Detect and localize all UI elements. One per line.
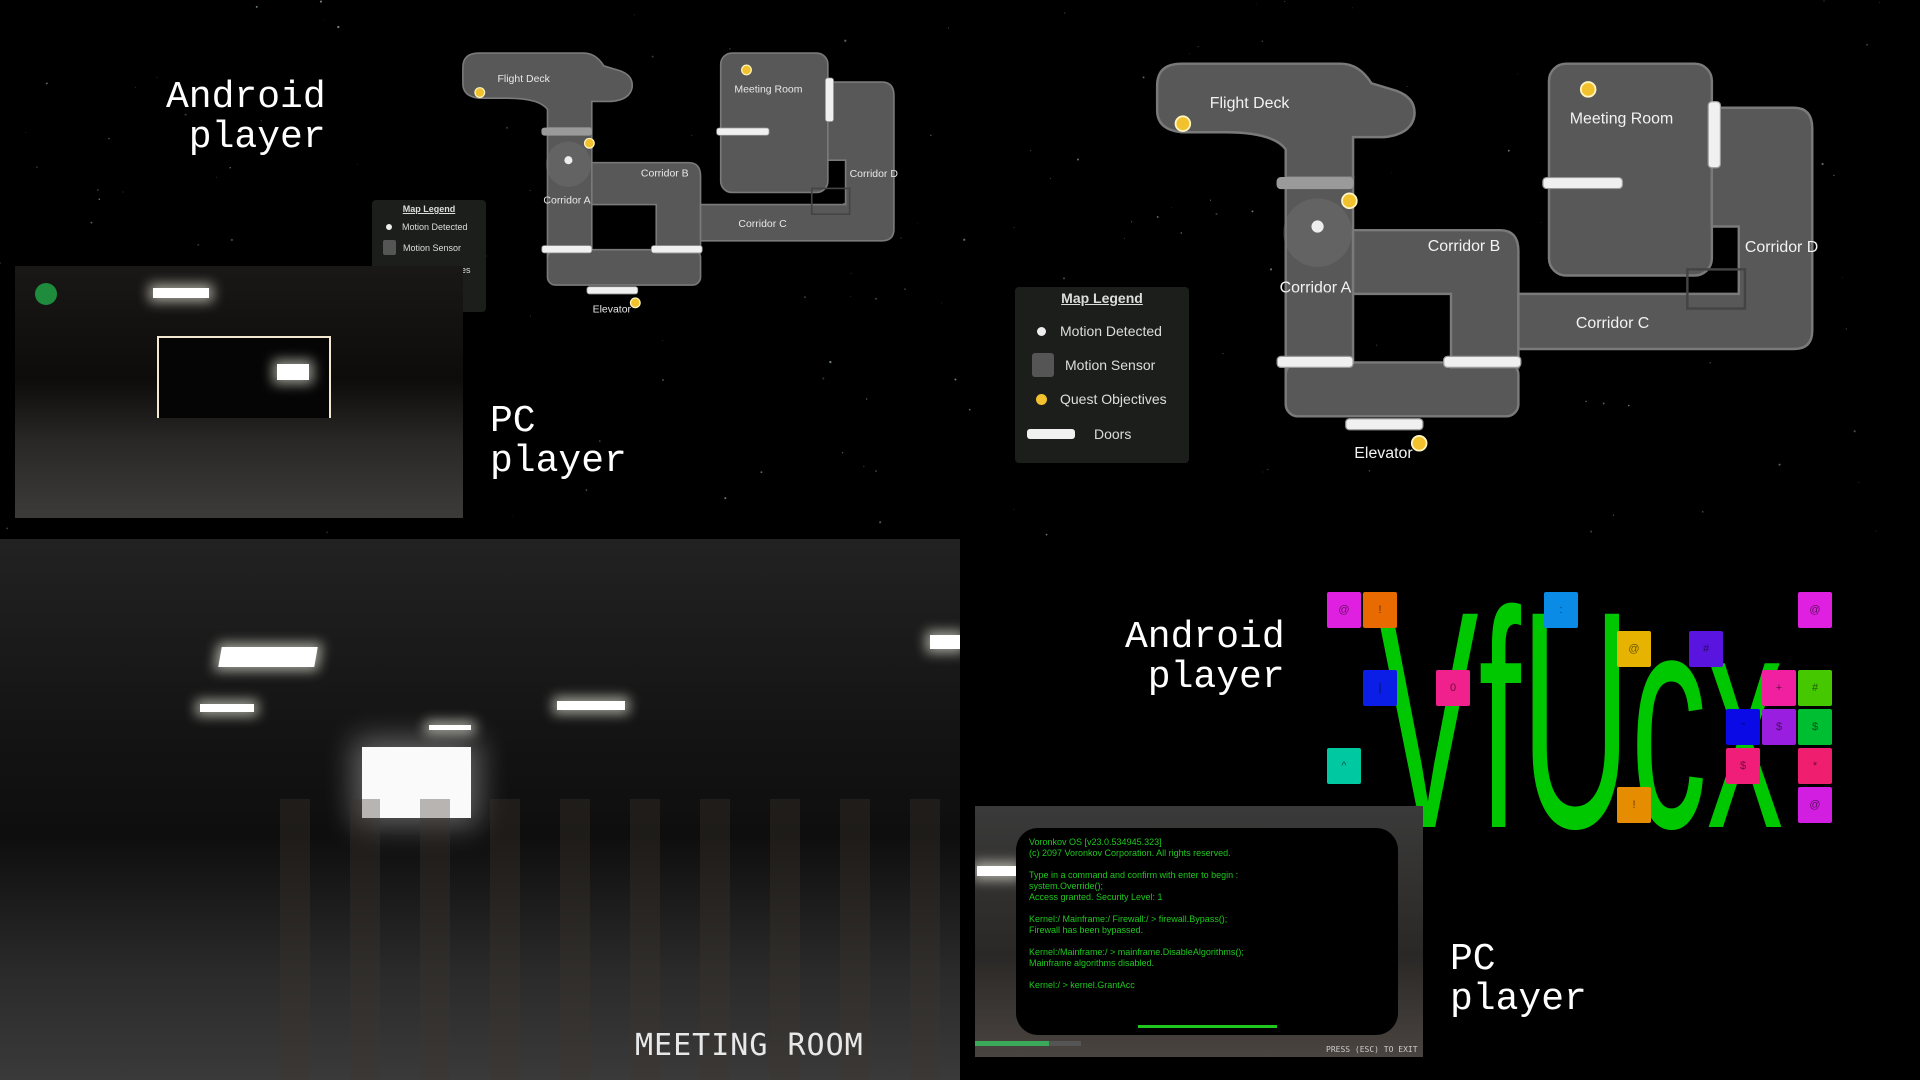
symbol-tile[interactable]: ^ (1327, 748, 1361, 784)
code-puzzle: VfUcx (1377, 546, 1783, 893)
symbol-tile[interactable]: : (1544, 592, 1578, 628)
symbol-tile[interactable]: @ (1798, 592, 1832, 628)
symbol-tile[interactable]: + (1762, 670, 1796, 706)
symbol-tile[interactable]: @ (1798, 787, 1832, 823)
ceiling-light (977, 866, 1017, 876)
health-bar-fill (975, 1041, 1050, 1046)
symbol-tile[interactable]: $ (1798, 709, 1832, 745)
press-esc-hint: PRESS (ESC) TO EXIT (1326, 1045, 1418, 1054)
terminal-window[interactable]: Voronkov OS [v23.0.534945.323] (c) 2097 … (1016, 828, 1398, 1035)
symbol-tile[interactable]: # (1689, 631, 1723, 667)
symbol-tile[interactable]: $ (1762, 709, 1796, 745)
code-text: VfUcx (1377, 546, 1783, 893)
symbol-tile[interactable]: $ (1726, 748, 1760, 784)
symbol-tile[interactable]: ! (1617, 787, 1651, 823)
symbol-tile[interactable]: @ (1617, 631, 1651, 667)
terminal-input-line[interactable] (1138, 1025, 1277, 1028)
terminal-output: Voronkov OS [v23.0.534945.323] (c) 2097 … (1029, 837, 1244, 990)
symbol-tile[interactable]: * (1798, 748, 1832, 784)
symbol-tile[interactable]: | (1363, 670, 1397, 706)
health-bar (975, 1041, 1081, 1046)
symbol-tile[interactable]: 0 (1436, 670, 1470, 706)
symbol-tile[interactable]: ! (1363, 592, 1397, 628)
symbol-tile[interactable]: " (1726, 709, 1760, 745)
symbol-tile[interactable]: # (1798, 670, 1832, 706)
symbol-tile[interactable]: @ (1327, 592, 1361, 628)
